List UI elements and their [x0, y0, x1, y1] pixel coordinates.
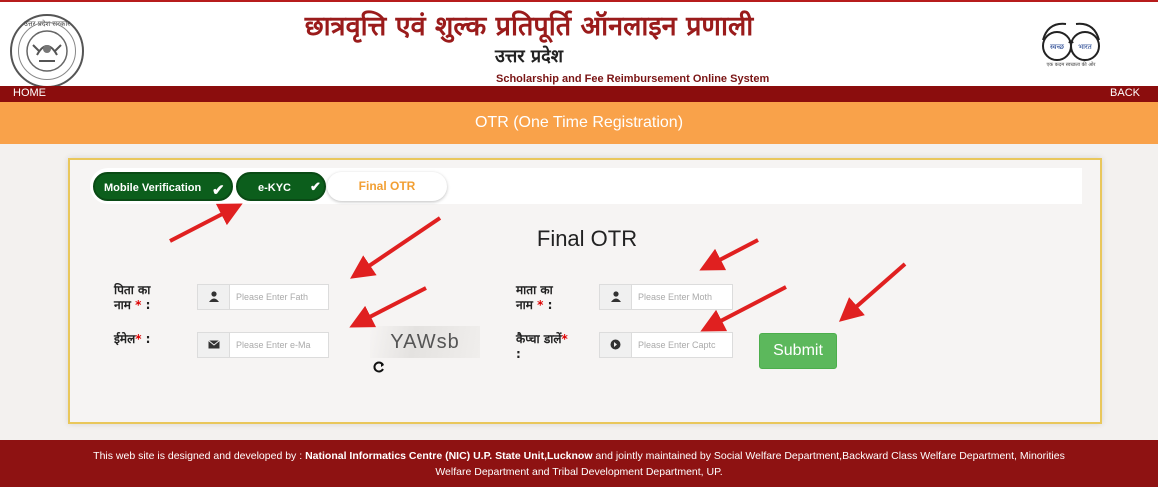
- footer-credits: This web site is designed and developed …: [93, 450, 1065, 478]
- checkmark-icon: ✔: [212, 182, 225, 199]
- email-input[interactable]: [236, 337, 330, 353]
- captcha-label: कैप्चा डालें* :: [516, 332, 568, 361]
- page-title: OTR (One Time Registration): [474, 114, 684, 131]
- email-field: [197, 332, 330, 358]
- father-name-input[interactable]: [236, 289, 330, 305]
- top-nav-bar: HOME BACK: [0, 86, 1158, 102]
- progress-steps: Mobile Verification ✔ e-KYC ✔ Final OTR: [90, 168, 1082, 204]
- step-final-otr[interactable]: Final OTR: [327, 172, 447, 201]
- step-label: e-KYC: [258, 182, 292, 194]
- step-mobile-verification[interactable]: Mobile Verification ✔: [93, 172, 233, 201]
- site-footer: This web site is designed and developed …: [0, 440, 1158, 487]
- home-link[interactable]: HOME: [13, 87, 46, 99]
- arrow-circle-icon: [600, 333, 632, 357]
- mother-name-field: [599, 284, 733, 310]
- portal-title-hindi: छात्रवृत्ति एवं शुल्क प्रतिपूर्ति ऑनलाइन…: [304, 11, 754, 42]
- envelope-icon: [198, 333, 230, 357]
- back-link[interactable]: BACK: [1110, 87, 1140, 99]
- user-icon: [600, 285, 632, 309]
- step-label: Final OTR: [358, 179, 416, 193]
- site-header: उत्तर प्रदेश सरकार छात्रवृत्ति एवं शुल्क…: [0, 0, 1158, 88]
- portal-title-english: Scholarship and Fee Reimbursement Online…: [496, 73, 770, 85]
- mother-name-label: माता का नाम * :: [516, 283, 553, 312]
- swachh-label-right: भारत: [1078, 43, 1093, 51]
- mother-name-input[interactable]: [638, 289, 732, 305]
- captcha-field: [599, 332, 733, 358]
- form-title: Final OTR: [536, 226, 638, 251]
- father-name-field: [197, 284, 330, 310]
- captcha-image: YAWsb: [370, 326, 480, 358]
- otr-form-card: Mobile Verification ✔ e-KYC ✔ Final OTR …: [68, 158, 1102, 424]
- swachh-label-left: स्वच्छ: [1050, 43, 1065, 51]
- email-label: ईमेल* :: [114, 332, 151, 346]
- step-label: Mobile Verification: [104, 182, 202, 194]
- state-name-hindi: उत्तर प्रदेश: [495, 46, 563, 67]
- checkmark-icon: ✔: [310, 179, 321, 194]
- swachh-tagline: एक कदम स्वच्छता की ओर: [1046, 62, 1096, 68]
- step-e-kyc[interactable]: e-KYC ✔: [236, 172, 326, 201]
- captcha-input[interactable]: [638, 337, 732, 353]
- father-name-label: पिता का नाम * :: [114, 283, 151, 312]
- refresh-captcha-icon[interactable]: [373, 361, 385, 377]
- nic-credit: National Informatics Centre (NIC) U.P. S…: [305, 450, 593, 462]
- main-content: Mobile Verification ✔ e-KYC ✔ Final OTR …: [0, 144, 1158, 440]
- user-icon: [198, 285, 230, 309]
- page-banner: OTR (One Time Registration): [0, 102, 1158, 144]
- submit-button[interactable]: Submit: [759, 333, 837, 369]
